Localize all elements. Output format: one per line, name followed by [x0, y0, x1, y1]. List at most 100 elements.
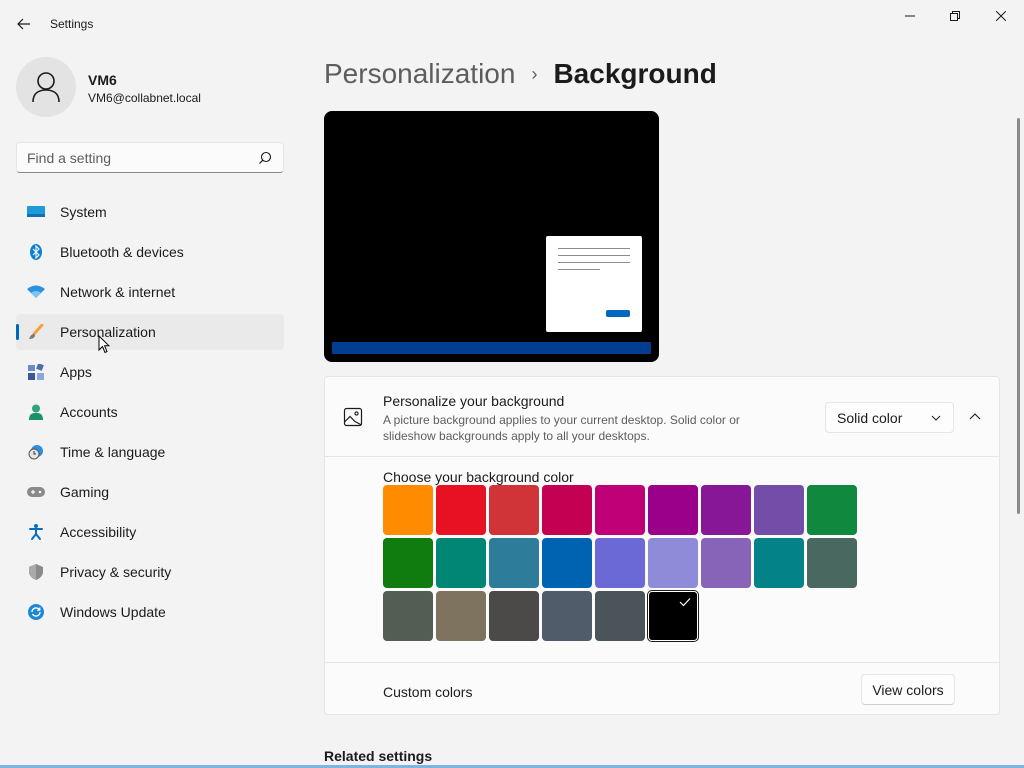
- apps-icon: [27, 364, 45, 380]
- shield-icon: [27, 564, 45, 580]
- paintbrush-icon: [27, 324, 45, 340]
- sidebar-item-label: Windows Update: [60, 604, 166, 620]
- minimize-button[interactable]: [887, 0, 933, 32]
- sidebar-item-label: Accounts: [60, 404, 118, 420]
- color-swatch[interactable]: [436, 591, 486, 641]
- color-swatch[interactable]: [436, 538, 486, 588]
- color-swatch[interactable]: [489, 591, 539, 641]
- gamepad-icon: [27, 484, 45, 500]
- checkmark-icon: [679, 598, 691, 607]
- sidebar-item-label: System: [60, 204, 107, 220]
- wifi-icon: [27, 284, 45, 300]
- breadcrumb: Personalization › Background: [324, 58, 717, 90]
- color-swatch-grid: [383, 485, 863, 642]
- search-box[interactable]: [16, 142, 284, 173]
- search-input[interactable]: [17, 143, 247, 172]
- breadcrumb-parent[interactable]: Personalization: [324, 58, 515, 90]
- color-swatch[interactable]: [807, 485, 857, 535]
- back-arrow-icon: [17, 18, 30, 30]
- color-swatch[interactable]: [489, 538, 539, 588]
- color-swatch[interactable]: [595, 591, 645, 641]
- preview-window: [546, 236, 642, 332]
- custom-colors-label: Custom colors: [383, 684, 473, 700]
- sidebar-item-system[interactable]: System: [16, 194, 284, 230]
- accounts-icon: [27, 404, 45, 420]
- mouse-cursor-icon: [98, 335, 110, 354]
- sidebar-item-gaming[interactable]: Gaming: [16, 474, 284, 510]
- custom-colors-row: Custom colors View colors: [325, 662, 999, 714]
- sidebar-item-label: Privacy & security: [60, 564, 172, 580]
- breadcrumb-separator: ›: [531, 63, 538, 84]
- user-email: VM6@collabnet.local: [88, 91, 201, 105]
- swatch-label: Choose your background color: [383, 469, 574, 485]
- color-swatch[interactable]: [595, 538, 645, 588]
- color-swatch[interactable]: [595, 485, 645, 535]
- color-swatch[interactable]: [383, 591, 433, 641]
- sidebar-item-label: Bluetooth & devices: [60, 244, 184, 260]
- maximize-button[interactable]: [932, 0, 978, 32]
- sidebar-item-windows-update[interactable]: Windows Update: [16, 594, 284, 630]
- user-name: VM6: [88, 72, 117, 88]
- color-swatch[interactable]: [701, 485, 751, 535]
- close-button[interactable]: [978, 0, 1024, 32]
- card-title: Personalize your background: [383, 393, 565, 409]
- sidebar-item-personalization[interactable]: Personalization: [16, 314, 284, 350]
- dropdown-value: Solid color: [837, 409, 903, 426]
- related-settings-heading: Related settings: [324, 748, 433, 764]
- color-swatch[interactable]: [383, 485, 433, 535]
- sidebar-item-accounts[interactable]: Accounts: [16, 394, 284, 430]
- color-swatch[interactable]: [489, 485, 539, 535]
- scrollbar[interactable]: [1017, 118, 1020, 514]
- app-title: Settings: [50, 17, 94, 31]
- update-icon: [27, 604, 45, 620]
- background-type-dropdown[interactable]: Solid color: [825, 402, 954, 433]
- view-colors-button[interactable]: View colors: [861, 674, 955, 705]
- color-swatch[interactable]: [648, 538, 698, 588]
- color-swatch[interactable]: [383, 538, 433, 588]
- color-swatch[interactable]: [754, 485, 804, 535]
- color-swatch[interactable]: [436, 485, 486, 535]
- sidebar-item-apps[interactable]: Apps: [16, 354, 284, 390]
- sidebar-item-label: Network & internet: [60, 284, 176, 300]
- color-swatch[interactable]: [754, 538, 804, 588]
- sidebar-nav: System Bluetooth & devices Network & int…: [16, 194, 284, 634]
- bluetooth-icon: [27, 244, 45, 260]
- accessibility-icon: [27, 524, 45, 540]
- restore-icon: [950, 11, 960, 21]
- color-swatch[interactable]: [648, 485, 698, 535]
- collapse-button[interactable]: [963, 405, 987, 429]
- system-monitor-icon: [27, 204, 45, 220]
- sidebar-item-label: Time & language: [60, 444, 166, 460]
- color-swatch[interactable]: [701, 538, 751, 588]
- chevron-up-icon: [969, 413, 981, 420]
- color-swatch[interactable]: [807, 538, 857, 588]
- desktop-preview: [324, 111, 659, 362]
- preview-taskbar: [332, 342, 651, 354]
- background-settings-card: Personalize your background A picture ba…: [324, 376, 1000, 715]
- sidebar-item-label: Gaming: [60, 484, 110, 500]
- search-icon[interactable]: [257, 150, 273, 166]
- sidebar-item-network[interactable]: Network & internet: [16, 274, 284, 310]
- close-icon: [996, 11, 1006, 21]
- avatar[interactable]: [16, 57, 76, 117]
- clock-globe-icon: [27, 444, 45, 460]
- sidebar-item-bluetooth[interactable]: Bluetooth & devices: [16, 234, 284, 270]
- sidebar-item-accessibility[interactable]: Accessibility: [16, 514, 284, 550]
- picture-icon: [343, 407, 363, 427]
- sidebar-item-time-language[interactable]: Time & language: [16, 434, 284, 470]
- background-card-header[interactable]: Personalize your background A picture ba…: [325, 377, 999, 457]
- page-title: Background: [553, 58, 717, 89]
- color-swatch[interactable]: [647, 590, 699, 642]
- chevron-down-icon: [931, 415, 941, 421]
- sidebar-item-label: Accessibility: [60, 524, 137, 540]
- color-swatch[interactable]: [542, 591, 592, 641]
- minimize-icon: [905, 15, 915, 17]
- color-swatch[interactable]: [542, 538, 592, 588]
- card-description: A picture background applies to your cur…: [383, 413, 740, 443]
- sidebar-item-label: Apps: [60, 364, 92, 380]
- color-swatch[interactable]: [542, 485, 592, 535]
- back-button[interactable]: [10, 10, 38, 38]
- sidebar-item-privacy-security[interactable]: Privacy & security: [16, 554, 284, 590]
- title-bar: Settings: [0, 0, 1024, 48]
- person-icon: [32, 72, 60, 103]
